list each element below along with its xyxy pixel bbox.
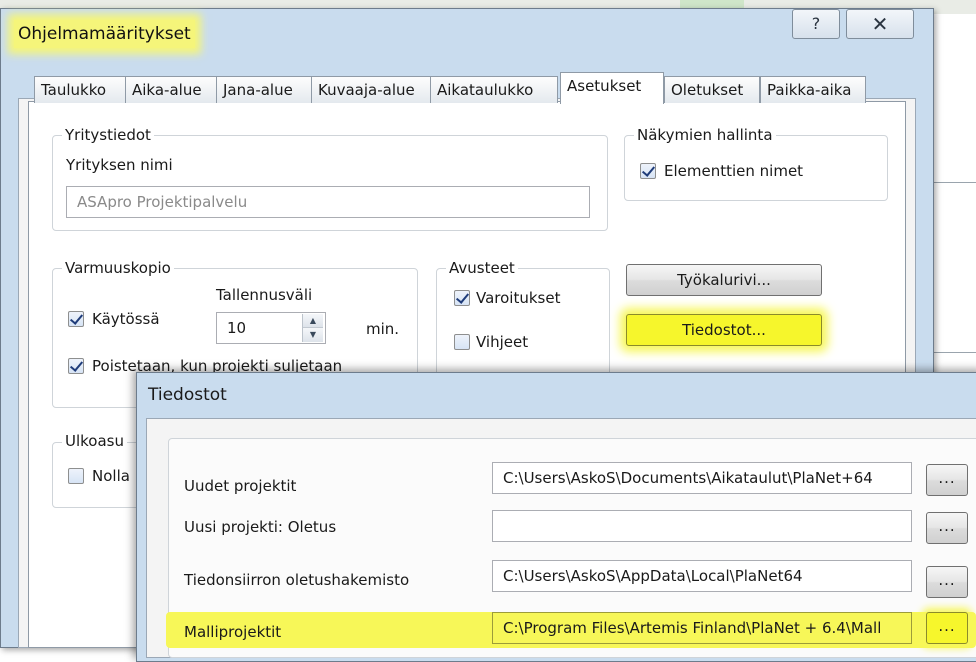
element-names-checkbox[interactable] xyxy=(640,163,656,179)
new-project-default-input[interactable] xyxy=(492,510,912,542)
row-label-new-project-default: Uusi projekti: Oletus xyxy=(184,518,337,536)
close-button[interactable]: ✕ xyxy=(846,9,914,39)
help-button[interactable]: ? xyxy=(792,9,840,39)
interval-unit: min. xyxy=(366,320,400,338)
dialog-title: Ohjelmamääritykset xyxy=(14,20,195,48)
warnings-checkbox[interactable] xyxy=(454,290,470,306)
tab-oletukset[interactable]: Oletukset xyxy=(664,76,760,103)
warnings-label: Varoitukset xyxy=(476,289,561,307)
hints-label: Vihjeet xyxy=(476,333,529,351)
appearance-legend: Ulkoasu xyxy=(62,432,127,450)
files-dialog-title: Tiedostot xyxy=(148,385,227,405)
tab-aika-alue[interactable]: Aika-alue xyxy=(125,76,217,103)
help-icon: ? xyxy=(811,14,821,33)
tab-kuvaaja-alue[interactable]: Kuvaaja-alue xyxy=(311,76,431,103)
new-projects-path-input[interactable]: C:\Users\AskoS\Documents\Aikataulut\PlaN… xyxy=(492,462,912,494)
company-name-label: Yrityksen nimi xyxy=(66,156,173,174)
tab-asetukset[interactable]: Asetukset xyxy=(560,72,664,104)
hints-checkbox[interactable] xyxy=(454,334,470,350)
new-project-default-browse-button[interactable]: ... xyxy=(926,512,968,544)
interval-spinner[interactable]: 10 ▲ ▼ xyxy=(216,312,326,344)
close-icon: ✕ xyxy=(871,12,889,36)
transfer-dir-browse-button[interactable]: ... xyxy=(926,566,968,598)
delete-on-close-checkbox[interactable] xyxy=(68,358,84,374)
interval-value: 10 xyxy=(227,319,247,337)
spinner-buttons: ▲ ▼ xyxy=(302,314,324,342)
company-name-input[interactable]: ASApro Projektipalvelu xyxy=(66,186,590,218)
new-projects-browse-button[interactable]: ... xyxy=(926,464,968,496)
element-names-label: Elementtien nimet xyxy=(664,162,804,180)
tab-taulukko[interactable]: Taulukko xyxy=(34,76,126,103)
backup-enabled-checkbox[interactable] xyxy=(68,311,84,327)
files-button[interactable]: Tiedostot... xyxy=(626,314,822,346)
tab-aikataulukko[interactable]: Aikataulukko xyxy=(430,76,558,103)
backup-enabled-label: Käytössä xyxy=(92,310,160,328)
zero-checkbox[interactable] xyxy=(68,468,84,484)
template-projects-browse-button[interactable]: ... xyxy=(926,612,968,644)
interval-label: Tallennusväli xyxy=(216,286,313,304)
row-label-template-projects: Malliprojektit xyxy=(184,623,282,641)
template-projects-path-input[interactable]: C:\Program Files\Artemis Finland\PlaNet … xyxy=(492,612,912,644)
helpers-legend: Avusteet xyxy=(446,259,518,277)
company-legend: Yritystiedot xyxy=(62,126,154,144)
spin-up-icon[interactable]: ▲ xyxy=(303,314,323,328)
background-gridline xyxy=(934,182,976,183)
tab-jana-alue[interactable]: Jana-alue xyxy=(216,76,312,103)
row-label-transfer-dir: Tiedonsiirron oletushakemisto xyxy=(184,571,410,589)
views-legend: Näkymien hallinta xyxy=(634,126,776,144)
transfer-dir-input[interactable]: C:\Users\AskoS\AppData\Local\PlaNet64 xyxy=(492,560,912,592)
toolbar-button[interactable]: Työkalurivi... xyxy=(626,264,822,296)
background-gridline xyxy=(934,352,976,353)
spin-down-icon[interactable]: ▼ xyxy=(303,328,323,342)
row-label-new-projects: Uudet projektit xyxy=(184,477,297,495)
backup-legend: Varmuuskopio xyxy=(62,259,174,277)
zero-label: Nolla xyxy=(92,467,130,485)
tab-paikka-aika[interactable]: Paikka-aika xyxy=(760,76,866,103)
